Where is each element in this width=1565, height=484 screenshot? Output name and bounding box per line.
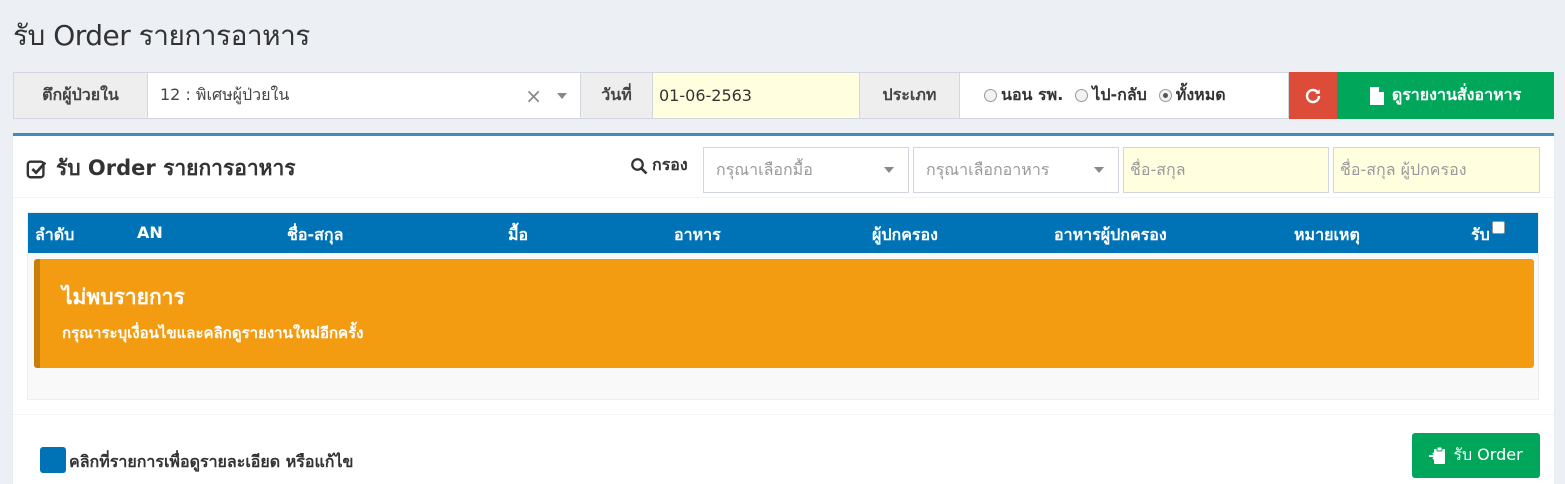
alert-title: ไม่พบรายการ	[62, 285, 185, 309]
col-name: ชื่อ-สกุล	[287, 225, 344, 244]
meal-select[interactable]: กรุณาเลือกมื้อ	[703, 147, 909, 193]
col-accept-label: รับ	[1471, 225, 1490, 244]
box-footer: คลิกที่รายการเพื่อดูรายละเอียด หรือแก้ไข…	[13, 414, 1554, 484]
select-all-checkbox[interactable]	[1491, 221, 1505, 234]
legend-swatch	[40, 447, 66, 473]
col-food: อาหาร	[674, 225, 721, 244]
radio-all[interactable]: ทั้งหมด	[1158, 83, 1226, 108]
radio-inpatient-label: นอน รพ.	[1001, 85, 1064, 104]
table-header: ลำดับ AN ชื่อ-สกุล มื้อ อาหาร ผู้ปกครอง …	[28, 213, 1538, 253]
filter-bar: ตึกผู้ป่วยใน 12 : พิเศษผู้ป่วยใน × วันที…	[13, 72, 1554, 119]
box-title-text: รับ Order รายการอาหาร	[56, 156, 296, 180]
refresh-button[interactable]	[1289, 72, 1337, 119]
filter-label-text: กรอง	[652, 155, 688, 174]
col-meal: มื้อ	[508, 225, 529, 244]
orders-table: ลำดับ AN ชื่อ-สกุล มื้อ อาหาร ผู้ปกครอง …	[27, 212, 1539, 400]
page-title: รับ Order รายการอาหาร	[13, 19, 310, 52]
food-select-placeholder: กรุณาเลือกอาหาร	[926, 159, 1050, 179]
radio-daycase[interactable]: ไป-กลับ	[1075, 83, 1147, 108]
guardian-filter-input[interactable]: ชื่อ-สกุล ผู้ปกครอง	[1333, 147, 1540, 193]
alert-text: กรุณาระบุเงื่อนไขและคลิกดูรายงานใหม่อีกค…	[62, 324, 364, 342]
order-box: รับ Order รายการอาหาร กรอง กรุณาเลือกมื้…	[13, 133, 1554, 484]
food-select[interactable]: กรุณาเลือกอาหาร	[913, 147, 1119, 193]
col-accept: รับ	[1471, 221, 1505, 248]
radio-all-label: ทั้งหมด	[1175, 85, 1226, 104]
chevron-down-icon	[557, 92, 567, 99]
chevron-down-icon	[884, 167, 894, 173]
radio-daycase-label: ไป-กลับ	[1092, 85, 1147, 104]
date-input[interactable]: 01-06-2563	[653, 72, 860, 119]
clear-icon[interactable]: ×	[525, 84, 542, 108]
search-icon	[631, 157, 648, 174]
col-seq: ลำดับ	[35, 225, 75, 244]
check-square-icon	[26, 159, 47, 178]
view-report-button[interactable]: ดูรายงานสั่งอาหาร	[1337, 72, 1554, 119]
view-report-label: ดูรายงานสั่งอาหาร	[1391, 85, 1522, 104]
type-radio-group: นอน รพ. ไป-กลับ ทั้งหมด	[960, 72, 1289, 119]
col-an: AN	[137, 223, 163, 242]
date-label: วันที่	[581, 72, 653, 119]
type-label: ประเภท	[860, 72, 960, 119]
legend-text: คลิกที่รายการเพื่อดูรายละเอียด หรือแก้ไข	[69, 452, 354, 471]
accept-order-label: รับ Order	[1453, 445, 1523, 464]
file-icon	[1369, 86, 1384, 105]
refresh-icon	[1305, 88, 1321, 103]
name-filter-input[interactable]: ชื่อ-สกุล	[1123, 147, 1329, 193]
no-results-alert: ไม่พบรายการ กรุณาระบุเงื่อนไขและคลิกดูรา…	[34, 259, 1534, 368]
clipboard-icon	[1429, 446, 1446, 464]
col-guardian: ผู้ปกครอง	[872, 225, 938, 244]
col-guardian-food: อาหารผู้ปกครอง	[1054, 225, 1167, 244]
filter-label: กรอง	[630, 153, 688, 178]
accept-order-button[interactable]: รับ Order	[1412, 433, 1540, 478]
radio-inpatient[interactable]: นอน รพ.	[984, 83, 1063, 108]
ward-select[interactable]: 12 : พิเศษผู้ป่วยใน ×	[148, 72, 581, 119]
box-title: รับ Order รายการอาหาร	[26, 152, 296, 185]
col-note: หมายเหตุ	[1294, 225, 1360, 244]
radio-button[interactable]	[1075, 89, 1089, 102]
chevron-down-icon	[1094, 167, 1104, 173]
meal-select-placeholder: กรุณาเลือกมื้อ	[716, 159, 813, 179]
radio-button[interactable]	[984, 89, 997, 102]
box-header: รับ Order รายการอาหาร กรอง กรุณาเลือกมื้…	[13, 136, 1554, 198]
radio-button-checked[interactable]	[1158, 89, 1172, 102]
ward-select-value: 12 : พิเศษผู้ป่วยใน	[160, 85, 290, 104]
ward-label: ตึกผู้ป่วยใน	[13, 72, 148, 119]
